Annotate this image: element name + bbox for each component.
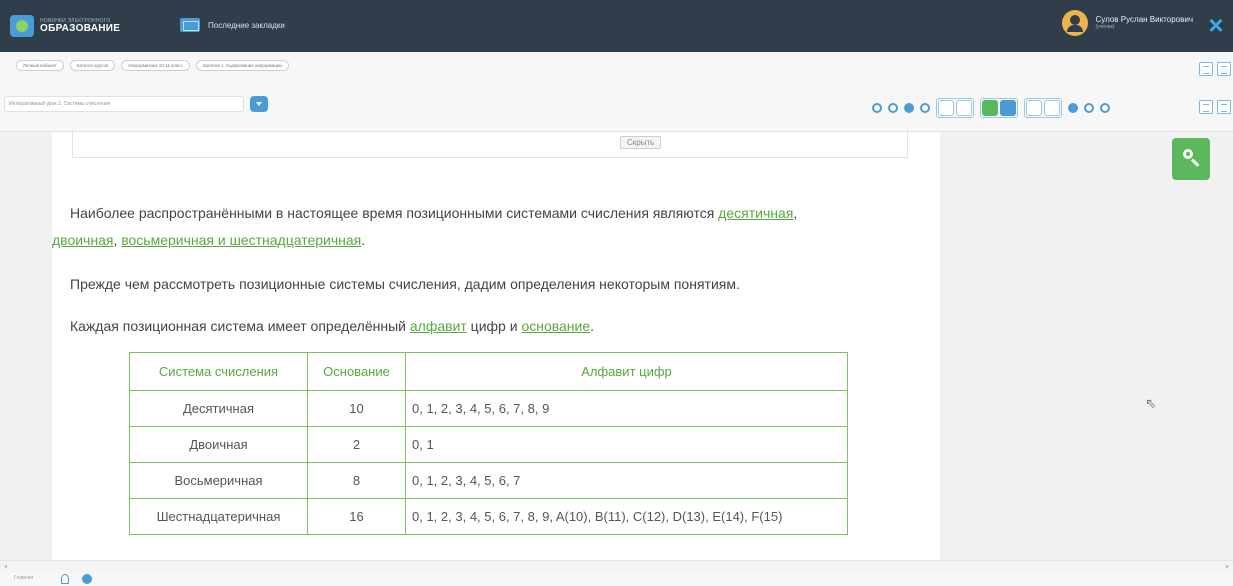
grid-icon[interactable] xyxy=(1199,100,1213,114)
status-bar: Главная xyxy=(0,572,1233,586)
scroll-left-icon[interactable]: ◂ xyxy=(4,563,7,570)
breadcrumb: Личный кабинет Каталог курсов Информатик… xyxy=(0,52,1233,80)
top-bar: НОВИНКИ ЭЛЕКТРОННОГО ОБРАЗОВАНИЕ Последн… xyxy=(0,0,1233,52)
spoiler-box: Скрыть xyxy=(72,132,908,158)
table-cell: 10 xyxy=(307,390,406,427)
table-row: Восьмеричная 8 0, 1, 2, 3, 4, 5, 6, 7 xyxy=(129,462,848,499)
table-row: Двоичная 2 0, 1 xyxy=(129,426,848,463)
help-icon[interactable] xyxy=(82,574,92,584)
page-box[interactable] xyxy=(1044,100,1060,116)
status-label: Главная xyxy=(14,575,34,581)
paragraph: Каждая позиционная система имеет определ… xyxy=(70,318,595,334)
page-dot[interactable] xyxy=(1068,103,1078,113)
logo-title: ОБРАЗОВАНИЕ xyxy=(40,22,121,34)
page-dot[interactable] xyxy=(888,103,898,113)
lesson-select-value[interactable]: Интерактивный урок 2. Системы счисления xyxy=(4,96,244,112)
bookmarks-button[interactable]: Последние закладки xyxy=(180,18,285,32)
table-row: Шестнадцатеричная 16 0, 1, 2, 3, 4, 5, 6… xyxy=(129,498,848,535)
page-dot[interactable] xyxy=(920,103,930,113)
table-cell: Десятичная xyxy=(129,390,308,427)
page-box[interactable] xyxy=(938,100,954,116)
table-cell: 8 xyxy=(307,462,406,499)
breadcrumb-item[interactable]: Личный кабинет xyxy=(16,60,64,71)
lesson-select[interactable]: Интерактивный урок 2. Системы счисления xyxy=(4,93,268,115)
table-cell: 0, 1 xyxy=(405,426,848,463)
table-cell: 0, 1, 2, 3, 4, 5, 6, 7, 8, 9, A(10), B(1… xyxy=(405,498,848,535)
numeral-systems-table: Система счисления Основание Алфавит цифр… xyxy=(129,352,848,535)
side-tools xyxy=(1197,62,1233,132)
hide-button[interactable]: Скрыть xyxy=(620,136,662,149)
avatar xyxy=(1061,10,1088,36)
table-cell: 0, 1, 2, 3, 4, 5, 6, 7, 8, 9 xyxy=(405,390,848,427)
breadcrumb-item[interactable]: Каталог курсов xyxy=(69,60,116,71)
paragraph-continuation: двоичная, восьмеричная и шестнадцатеричн… xyxy=(52,232,366,248)
user-menu[interactable]: Сулов Руслан Викторович (ученик) xyxy=(1061,10,1193,36)
table-header: Основание xyxy=(307,352,406,391)
logo[interactable]: НОВИНКИ ЭЛЕКТРОННОГО ОБРАЗОВАНИЕ xyxy=(10,14,120,38)
key-button[interactable] xyxy=(1172,138,1210,180)
table-cell: 2 xyxy=(307,426,406,463)
list-icon[interactable] xyxy=(1217,62,1231,76)
link-alphabet[interactable]: алфавит xyxy=(410,318,467,334)
chevron-down-icon[interactable] xyxy=(250,96,268,112)
page-box[interactable] xyxy=(1000,100,1016,116)
table-cell: 0, 1, 2, 3, 4, 5, 6, 7 xyxy=(405,462,848,499)
link-octal-hex[interactable]: восьмеричная и шестнадцатеричная xyxy=(121,232,361,248)
page-dot[interactable] xyxy=(1084,103,1094,113)
page-box-current[interactable] xyxy=(982,100,998,116)
notes-icon[interactable] xyxy=(1199,62,1213,76)
paragraph: Наиболее распространёнными в настоящее в… xyxy=(70,205,798,221)
horizontal-scrollbar[interactable]: ◂ ▸ xyxy=(0,560,1233,572)
link-binary[interactable]: двоичная xyxy=(52,232,113,248)
page-dot[interactable] xyxy=(872,103,882,113)
link-base[interactable]: основание xyxy=(521,318,590,334)
key-icon xyxy=(1183,149,1193,159)
scroll-right-icon[interactable]: ▸ xyxy=(1226,563,1229,570)
table-cell: Двоичная xyxy=(129,426,308,463)
table-cell: 16 xyxy=(307,498,406,535)
lesson-toolbar: Интерактивный урок 2. Системы счисления xyxy=(0,80,1233,132)
breadcrumb-item[interactable]: Информатика 10-11 класс xyxy=(121,60,190,71)
table-cell: Шестнадцатеричная xyxy=(129,498,308,535)
close-icon[interactable]: × xyxy=(1205,12,1227,38)
paragraph: Прежде чем рассмотреть позиционные систе… xyxy=(70,276,740,292)
mouse-cursor-icon: ⇖ xyxy=(1145,395,1157,411)
chat-icon[interactable] xyxy=(1217,100,1231,114)
breadcrumb-item[interactable]: Занятие 1. Кодирование информации xyxy=(195,60,289,71)
page-dot[interactable] xyxy=(1100,103,1110,113)
table-row: Десятичная 10 0, 1, 2, 3, 4, 5, 6, 7, 8,… xyxy=(129,390,848,427)
page-dot[interactable] xyxy=(904,103,914,113)
page-box[interactable] xyxy=(1026,100,1042,116)
page-group-active xyxy=(980,98,1018,118)
table-header: Система счисления xyxy=(129,352,308,391)
lesson-content: Скрыть Наиболее распространёнными в наст… xyxy=(52,132,940,560)
lesson-pager xyxy=(872,98,1110,118)
bell-icon[interactable] xyxy=(61,574,69,584)
page-box[interactable] xyxy=(956,100,972,116)
page-group xyxy=(1024,98,1062,118)
table-header: Алфавит цифр xyxy=(405,352,848,391)
page-group xyxy=(936,98,974,118)
table-cell: Восьмеричная xyxy=(129,462,308,499)
logo-icon xyxy=(10,15,34,37)
table-header-row: Система счисления Основание Алфавит цифр xyxy=(129,352,848,391)
bookmark-icon xyxy=(180,18,200,32)
user-role: (ученик) xyxy=(1095,23,1115,30)
link-decimal[interactable]: десятичная xyxy=(718,205,793,221)
bookmarks-label: Последние закладки xyxy=(208,20,285,30)
